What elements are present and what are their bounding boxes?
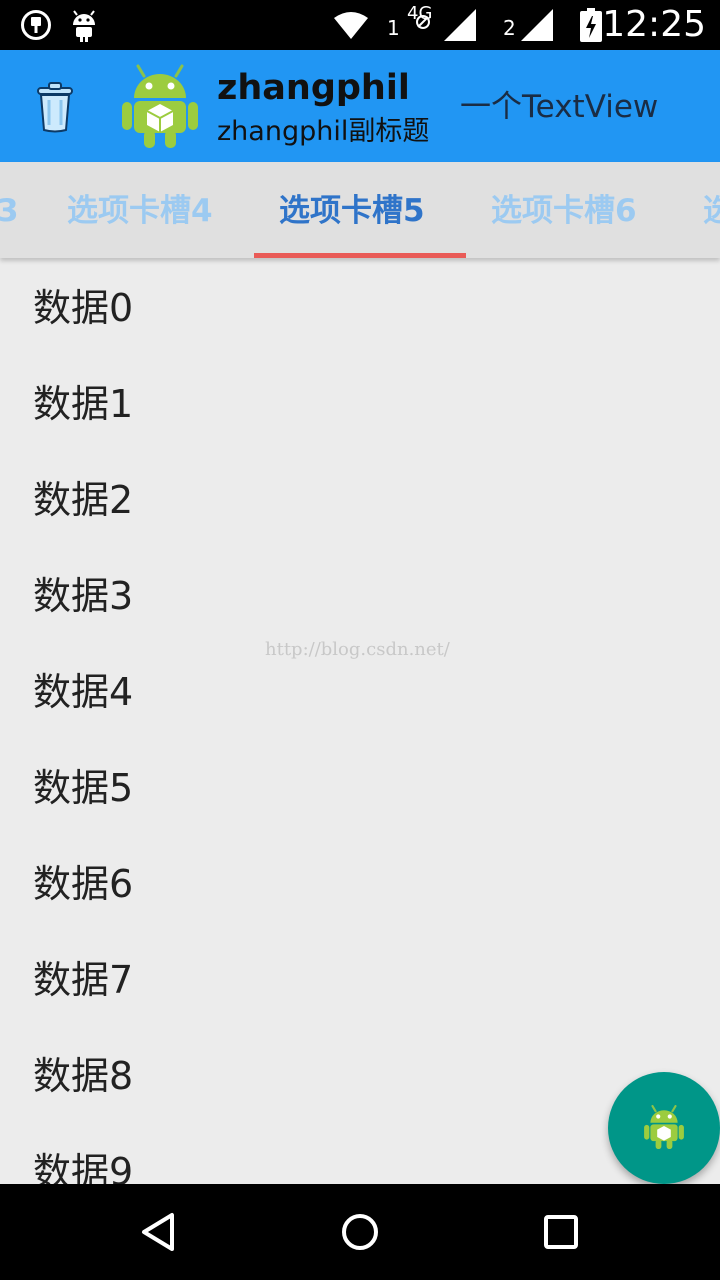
tab-7[interactable]: 选 [703,162,720,258]
list-item[interactable]: 数据6 [33,836,133,932]
navigation-bar [0,1184,720,1280]
tab-4[interactable]: 选项卡槽4 [67,162,213,258]
list-item[interactable]: 数据8 [33,1028,133,1124]
recents-icon[interactable] [538,1210,582,1254]
tab-indicator [254,253,466,258]
sim2-label: 2 [503,16,516,40]
android-logo-icon [122,64,198,148]
data-list: 数据0 数据1 数据2 数据3 数据4 数据5 数据6 数据7 数据8 数据9 [0,258,720,1184]
signal-icon [444,9,476,45]
android-debug-icon [70,8,98,46]
battery-charging-icon [580,8,602,46]
tab-bar: 3 选项卡槽4 选项卡槽5 选项卡槽6 选 [0,162,720,258]
home-icon[interactable] [338,1210,382,1254]
sim1-label: 1 [387,16,400,40]
app-bar-textview: 一个TextView [460,89,659,125]
list-item[interactable]: 数据1 [33,356,133,452]
trash-icon [30,82,82,138]
wifi-icon [333,10,369,44]
fab-button[interactable] [608,1072,720,1184]
signal-icon [521,9,553,45]
list-item[interactable]: 数据9 [33,1124,133,1184]
list-item[interactable]: 数据7 [33,932,133,1028]
status-bar: 1 4G 2 12:25 [0,0,720,50]
list-item[interactable]: 数据4 [33,644,133,740]
list-item[interactable]: 数据3 [33,548,133,644]
list-item[interactable]: 数据2 [33,452,133,548]
tab-3[interactable]: 3 [0,162,19,258]
app-title: zhangphil [217,68,410,108]
status-time: 12:25 [602,4,706,45]
back-icon[interactable] [138,1210,182,1254]
tab-6[interactable]: 选项卡槽6 [491,162,637,258]
tab-5[interactable]: 选项卡槽5 [279,162,425,258]
trash-button[interactable] [30,80,82,134]
app-subtitle: zhangphil副标题 [217,116,430,147]
list-item[interactable]: 数据5 [33,740,133,836]
usb-icon [20,9,52,45]
watermark: http://blog.csdn.net/ [265,639,450,660]
list-item[interactable]: 数据0 [33,260,133,356]
phone-screen: 1 4G 2 12:25 zhangphil zhangphil副标题 一个Te… [0,0,720,1280]
no-data-icon [413,12,433,36]
app-bar: zhangphil zhangphil副标题 一个TextView [0,50,720,162]
